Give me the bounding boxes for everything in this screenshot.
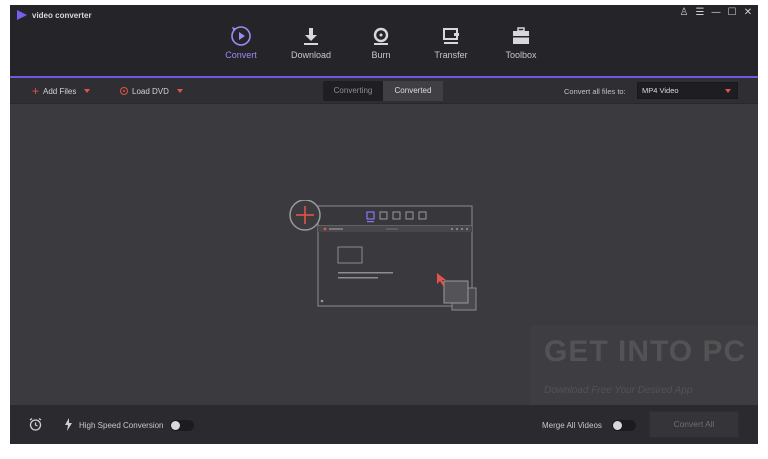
app-title: video converter (32, 11, 92, 20)
tab-converted[interactable]: Converted (383, 81, 443, 101)
minimize-icon[interactable]: — (710, 7, 722, 19)
file-drop-area[interactable]: GET INTO PC Download Free Your Desired A… (10, 105, 758, 405)
convert-icon (231, 26, 251, 46)
output-format-value: MP4 Video (642, 86, 679, 95)
toggle-knob (613, 421, 622, 430)
close-icon[interactable]: ✕ (742, 7, 754, 19)
toolbox-icon (513, 27, 529, 44)
toolbar: + Add Files Load DVD Converting Converte… (10, 78, 758, 104)
tab-burn-label: Burn (371, 50, 391, 60)
menu-icon[interactable]: ☰ (694, 7, 706, 19)
toggle-knob (171, 421, 180, 430)
merge-all-videos-label: Merge All Videos (542, 421, 602, 430)
app-window: video converter ♙ ☰ — ☐ ✕ Convert Downlo… (10, 5, 758, 444)
status-segmented-control: Converting Converted (323, 81, 443, 101)
chevron-down-icon (725, 89, 731, 93)
download-icon (304, 28, 318, 45)
watermark-subtitle: Download Free Your Desired App (544, 385, 693, 396)
alarm-clock-icon[interactable] (28, 417, 43, 432)
high-speed-toggle[interactable] (170, 420, 194, 431)
tab-transfer-label: Transfer (434, 50, 468, 60)
add-files-illustration[interactable] (288, 200, 480, 315)
chevron-down-icon[interactable] (176, 89, 183, 93)
transfer-icon (443, 28, 459, 44)
convert-all-files-label: Convert all files to: (564, 87, 626, 96)
tab-toolbox-label: Toolbox (505, 50, 537, 60)
tab-converting[interactable]: Converting (323, 81, 383, 101)
load-dvd-label: Load DVD (132, 86, 169, 96)
convert-all-button[interactable]: Convert All (649, 411, 739, 438)
app-logo-icon (17, 10, 27, 20)
high-speed-conversion-label: High Speed Conversion (79, 421, 164, 430)
merge-videos-toggle[interactable] (612, 420, 636, 431)
load-dvd-button[interactable]: Load DVD (120, 78, 183, 104)
maximize-icon[interactable]: ☐ (726, 7, 738, 19)
bottom-bar: High Speed Conversion Merge All Videos C… (10, 405, 758, 444)
burn-icon (373, 27, 389, 45)
lightning-icon (65, 418, 72, 431)
output-format-select[interactable]: MP4 Video (637, 82, 738, 99)
window-controls: ♙ ☰ — ☐ ✕ (678, 7, 754, 19)
user-icon[interactable]: ♙ (678, 7, 690, 19)
dvd-icon (120, 87, 128, 95)
tab-convert-label: Convert (225, 50, 257, 60)
tab-download[interactable]: Download (276, 5, 346, 77)
title-bar: video converter ♙ ☰ — ☐ ✕ Convert Downlo… (10, 5, 758, 78)
main-nav: Convert Download Burn Transfer Toolbox (206, 5, 556, 77)
add-files-button[interactable]: + Add Files (32, 78, 91, 104)
chevron-down-icon[interactable] (84, 89, 91, 93)
tab-burn[interactable]: Burn (346, 5, 416, 77)
watermark-title: GET INTO PC (544, 335, 747, 368)
plus-icon: + (32, 84, 40, 98)
tab-convert[interactable]: Convert (206, 5, 276, 77)
tab-transfer[interactable]: Transfer (416, 5, 486, 77)
add-files-label: Add Files (43, 86, 77, 96)
tab-toolbox[interactable]: Toolbox (486, 5, 556, 77)
watermark: GET INTO PC Download Free Your Desired A… (530, 325, 758, 405)
tab-download-label: Download (290, 50, 332, 60)
